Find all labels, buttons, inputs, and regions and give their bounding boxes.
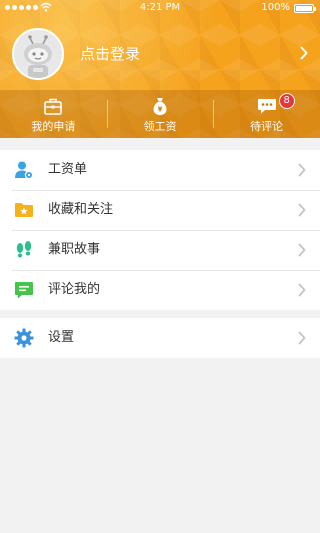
svg-text:¥: ¥	[158, 106, 163, 114]
menu-label: 评论我的	[48, 282, 101, 297]
menu-label: 设置	[48, 330, 75, 345]
status-bar: 4:21 PM 100%	[0, 0, 320, 16]
profile-header: 4:21 PM 100% 点击登录 我的申请 ¥ 领工资 8 待评论	[0, 0, 320, 138]
user-settings-icon	[15, 161, 34, 180]
menu-item-favorites[interactable]: 收藏和关注	[0, 190, 320, 230]
footprints-icon	[16, 241, 32, 258]
notification-badge: 8	[278, 93, 295, 109]
folder-star-icon	[15, 203, 33, 217]
gear-icon	[14, 328, 34, 348]
menu-item-payslip[interactable]: 工资单	[0, 150, 320, 190]
comment-icon	[15, 282, 33, 299]
my-applications-button[interactable]: 我的申请	[0, 90, 107, 138]
login-label[interactable]: 点击登录	[80, 44, 140, 64]
menu-item-part-time-stories[interactable]: 兼职故事	[0, 230, 320, 270]
menu-item-comments-on-me[interactable]: 评论我的	[0, 270, 320, 310]
money-bag-icon: ¥	[153, 98, 167, 115]
chevron-right-icon	[298, 283, 306, 297]
battery-percent: 100%	[261, 2, 290, 13]
briefcase-icon	[44, 98, 63, 115]
battery-icon	[294, 4, 316, 13]
chevron-right-icon	[298, 163, 306, 177]
menu-label: 工资单	[48, 162, 88, 177]
menu-group-main: 工资单 收藏和关注 兼职故事 评论我的	[0, 150, 320, 310]
pending-reviews-button[interactable]: 8 待评论	[213, 90, 320, 138]
menu-group-settings: 设置	[0, 318, 320, 358]
action-label: 领工资	[143, 120, 177, 133]
action-label: 我的申请	[31, 120, 76, 133]
login-row[interactable]: 点击登录	[0, 24, 320, 84]
chevron-right-icon	[298, 203, 306, 217]
menu-item-settings[interactable]: 设置	[0, 318, 320, 358]
chevron-right-icon	[298, 243, 306, 257]
action-label: 待评论	[250, 120, 284, 133]
menu-label: 收藏和关注	[48, 202, 114, 217]
get-salary-button[interactable]: ¥ 领工资	[106, 90, 214, 138]
chevron-right-icon[interactable]	[300, 46, 308, 60]
chevron-right-icon	[298, 331, 306, 345]
menu-label: 兼职故事	[48, 242, 101, 257]
robot-avatar-icon[interactable]	[12, 28, 64, 80]
action-bar: 我的申请 ¥ 领工资 8 待评论	[0, 90, 320, 138]
chat-bubble-icon	[257, 99, 276, 114]
